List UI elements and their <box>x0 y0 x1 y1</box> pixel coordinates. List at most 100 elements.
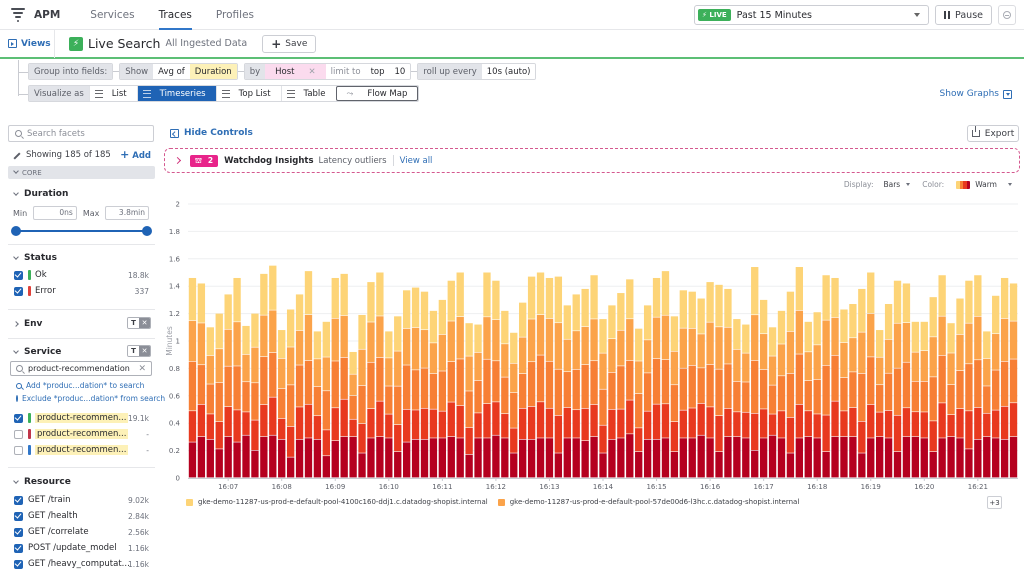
bar-segment <box>983 386 991 413</box>
save-button[interactable]: + Save <box>262 34 317 53</box>
bar-segment <box>420 408 429 440</box>
checkbox[interactable] <box>14 445 23 455</box>
chevron-right-icon[interactable] <box>173 156 182 165</box>
bar-segment <box>1000 318 1009 362</box>
group-by-host[interactable]: Host ✕ <box>265 64 326 79</box>
facet-resource-item[interactable]: GET /correlate 2.56k <box>8 524 155 540</box>
legend-item[interactable]: gke-demo-11287-us-prod-e-default-pool-57… <box>497 498 799 506</box>
checkbox[interactable] <box>14 543 23 553</box>
facet-service-item[interactable]: product-recommen... - <box>8 442 155 458</box>
bar-segment <box>510 363 518 393</box>
core-section-header[interactable]: CORE <box>8 166 155 179</box>
color-select[interactable]: Warm <box>956 180 1012 189</box>
tab-traces[interactable]: Traces <box>158 0 193 30</box>
checkbox[interactable] <box>14 511 23 521</box>
rollup-select[interactable]: 10s (auto) <box>481 64 536 79</box>
bar-segment <box>643 340 652 373</box>
legend-item[interactable]: gke-demo-11287-us-prod-e-default-pool-41… <box>186 498 488 506</box>
bar-segment <box>233 277 241 322</box>
facet-resource-item[interactable]: GET /heavy_computat... 1.16k <box>8 556 155 572</box>
facet-service-item[interactable]: product-recommen... 19.1k <box>8 410 155 426</box>
remove-icon[interactable]: ✕ <box>304 67 321 77</box>
bar-segment <box>456 438 464 478</box>
duration-slider[interactable] <box>8 225 155 237</box>
text-filter-button[interactable]: T <box>128 318 139 328</box>
facet-env-header[interactable]: Env T ✕ <box>8 317 155 329</box>
clear-filter-button[interactable]: ✕ <box>139 318 150 328</box>
bar-segment <box>938 355 946 403</box>
clear-filter-button[interactable]: ✕ <box>139 346 150 356</box>
bar-segment <box>554 415 563 453</box>
checkbox[interactable] <box>14 270 23 280</box>
search-facets-input[interactable]: Search facets <box>8 125 154 142</box>
text-filter-button[interactable]: T <box>128 346 139 356</box>
bar-segment <box>751 450 759 478</box>
tab-profiles[interactable]: Profiles <box>216 0 254 30</box>
timeseries-chart[interactable]: 0 0.2 0.4 0.6 0.8 1 1.2 1.4 1.6 1.8 2 Minutes 16:07 1… <box>160 195 1024 495</box>
view-all-link[interactable]: View all <box>400 156 433 166</box>
checkbox[interactable] <box>14 429 23 439</box>
limit-direction-select[interactable]: top <box>365 64 390 79</box>
bar-segment <box>304 404 313 438</box>
y-tick-label: 0.6 <box>169 392 181 400</box>
bar-segment <box>608 305 616 339</box>
x-tick-label: 16:18 <box>807 483 827 491</box>
viz-table-button[interactable]: Table <box>280 86 336 101</box>
pause-button[interactable]: Pause <box>935 5 992 25</box>
zoom-out-button[interactable] <box>998 5 1016 25</box>
clear-icon[interactable]: ✕ <box>138 364 146 374</box>
checkbox[interactable] <box>14 413 23 423</box>
facet-duration-header[interactable]: Duration <box>8 189 155 199</box>
display-select[interactable]: Bars <box>883 180 911 189</box>
exclude-from-search-link[interactable]: Exclude *produc...dation* from search <box>8 392 165 405</box>
add-facet-button[interactable]: + Add <box>120 148 151 161</box>
slider-max-handle[interactable] <box>142 226 152 236</box>
edit-icon[interactable] <box>13 151 21 160</box>
table-icon <box>286 89 295 98</box>
checkbox[interactable] <box>14 527 23 537</box>
slider-min-handle[interactable] <box>11 226 21 236</box>
bar-segment <box>983 331 991 359</box>
facet-resource-header[interactable]: Resource <box>8 477 155 487</box>
time-range-picker[interactable]: ⚡ LIVE Past 15 Minutes <box>694 5 930 25</box>
bar-segment <box>626 434 634 478</box>
lightning-icon: ⚡ <box>69 36 83 51</box>
duration-max-input[interactable]: 3.8min <box>105 206 149 220</box>
service-search-input[interactable]: product-recommendation ✕ <box>10 361 152 376</box>
aggregation-select[interactable]: Avg of <box>153 64 190 79</box>
tab-services[interactable]: Services <box>90 0 134 30</box>
viz-flowmap-button[interactable]: ⤳ Flow Map <box>335 86 419 101</box>
hide-controls-button[interactable]: Hide Controls <box>170 128 253 138</box>
limit-count-input[interactable]: 10 <box>389 64 411 79</box>
facet-resource-item[interactable]: POST /update_model 1.16k <box>8 540 155 556</box>
facet-status-ok[interactable]: Ok 18.8k <box>8 267 155 283</box>
viz-toplist-button[interactable]: Top List <box>215 86 281 101</box>
export-button[interactable]: Export <box>967 125 1019 142</box>
bar-segment <box>1009 321 1018 359</box>
views-button[interactable]: Views <box>0 29 55 58</box>
bar-segment <box>536 355 545 402</box>
bar-segment <box>286 347 295 385</box>
checkbox[interactable] <box>14 495 23 505</box>
viz-timeseries-button[interactable]: Timeseries <box>136 86 216 101</box>
facet-resource-item[interactable]: GET /health 2.84k <box>8 508 155 524</box>
add-to-search-link[interactable]: Add *produc...dation* to search <box>8 379 155 392</box>
legend-more-button[interactable]: +3 <box>987 496 1002 509</box>
duration-min-input[interactable]: 0ns <box>33 206 77 220</box>
show-label: Show <box>120 64 154 79</box>
show-graphs-button[interactable]: Show Graphs <box>940 89 1012 99</box>
facet-service-item[interactable]: product-recommen... - <box>8 426 155 442</box>
bar-segment <box>331 318 339 361</box>
checkbox[interactable] <box>14 286 23 296</box>
checkbox[interactable] <box>14 559 23 569</box>
watchdog-insights-banner[interactable]: ⛫ 2 Watchdog Insights Latency outliers Vi… <box>164 148 1020 173</box>
measure-select[interactable]: Duration <box>189 64 237 79</box>
bar-segment <box>572 438 580 478</box>
facet-resource-item[interactable]: GET /train 9.02k <box>8 492 155 508</box>
facet-status-header[interactable]: Status <box>8 253 155 263</box>
viz-list-button[interactable]: List <box>88 86 137 101</box>
facet-status-error[interactable]: Error 337 <box>8 283 155 299</box>
bar-segment <box>394 386 402 425</box>
filter-menu-icon[interactable] <box>10 7 26 22</box>
facet-service-header[interactable]: Service T ✕ <box>8 345 155 357</box>
